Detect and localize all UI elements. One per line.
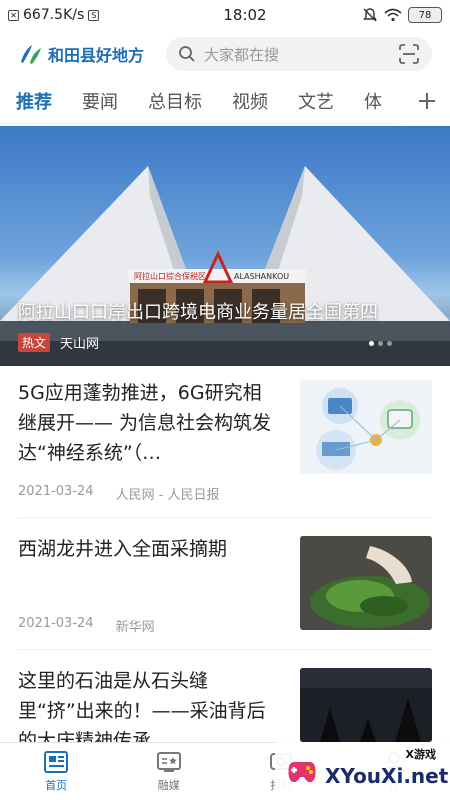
news-thumbnail-tea[interactable]: [300, 536, 432, 630]
notification-icon: ✕: [8, 9, 19, 21]
battery-icon: 78: [408, 7, 442, 23]
category-tabs: 推荐 要闻 总目标 视频 文艺 体: [0, 78, 450, 124]
hero-source: 天山网: [60, 337, 100, 352]
news-item[interactable]: 这里的石油是从石头缝里“挤”出来的！——采油背后的大庆精神传承: [18, 650, 432, 752]
tab-goals[interactable]: 总目标: [148, 88, 202, 114]
hero-title[interactable]: 阿拉山口口岸出口跨境电商业务量居全国第四: [18, 298, 378, 324]
news-item[interactable]: 5G应用蓬勃推进，6G研究相继展开—— 为信息社会构筑发达“神经系统”（… 20…: [18, 366, 432, 518]
news-source: 新华网: [115, 620, 155, 635]
tab-sports[interactable]: 体: [364, 88, 382, 114]
watermark-main-text: XYouXi.net: [325, 764, 449, 788]
news-date: 2021-03-24: [18, 616, 94, 631]
carousel-dot[interactable]: [369, 341, 374, 346]
site-watermark: X游戏 XYouXi.net: [275, 742, 450, 800]
top-bar: 和田县好地方 大家都在搜: [0, 30, 450, 78]
news-thumbnail-5g[interactable]: [300, 380, 432, 474]
tab-video[interactable]: 视频: [232, 88, 268, 114]
nav-home[interactable]: 首页: [0, 743, 113, 800]
hero-gate-image: 阿拉山口综合保税区 ALASHANKOU: [0, 166, 450, 366]
status-time: 18:02: [223, 6, 267, 24]
home-news-icon: [44, 750, 69, 773]
plus-icon: [419, 93, 435, 109]
wifi-icon: [384, 8, 402, 22]
news-thumbnail-oil[interactable]: [300, 668, 432, 742]
nav-media[interactable]: 融媒: [113, 743, 226, 800]
tab-arts[interactable]: 文艺: [298, 88, 334, 114]
news-source: 人民网 - 人民日报: [115, 488, 220, 503]
hot-tag: 热文: [18, 333, 51, 352]
mute-bell-icon: [363, 8, 377, 22]
carousel-dots: [369, 341, 392, 346]
net-speed: 667.5K/s: [23, 7, 85, 23]
news-item[interactable]: 西湖龙井进入全面采摘期 2021-03-24 新华网: [18, 518, 432, 650]
media-icon: [156, 751, 181, 772]
carousel-dot[interactable]: [387, 341, 392, 346]
hero-meta: 热文 天山网: [18, 333, 99, 352]
news-meta: 2021-03-24 新华网: [18, 616, 155, 635]
gate-sign-text: 阿拉山口综合保税区: [134, 271, 206, 281]
app-name: 和田县好地方: [48, 46, 145, 65]
app-logo[interactable]: 和田县好地方: [18, 42, 158, 66]
news-meta: 2021-03-24 人民网 - 人民日报: [18, 484, 220, 503]
status-right: 78: [362, 7, 442, 23]
gamepad-logo-icon: [288, 761, 316, 783]
hero-banner[interactable]: 阿拉山口综合保税区 ALASHANKOU 阿拉山口口岸出口跨境电商业务量居全国第…: [0, 126, 450, 366]
news-title[interactable]: 5G应用蓬勃推进，6G研究相继展开—— 为信息社会构筑发达“神经系统”（…: [18, 378, 280, 468]
tab-recommend[interactable]: 推荐: [16, 88, 52, 114]
news-date: 2021-03-24: [18, 484, 94, 499]
oil-derrick-image: [300, 668, 432, 742]
watermark-top-text: X游戏: [405, 748, 436, 761]
scan-icon[interactable]: [398, 43, 420, 65]
search-icon: [179, 46, 195, 62]
add-channel-button[interactable]: [404, 78, 450, 124]
tab-headlines[interactable]: 要闻: [82, 88, 118, 114]
5g-infographic-icon: [316, 388, 420, 470]
logo-mark-icon: [21, 45, 41, 64]
nav-media-label: 融媒: [157, 778, 180, 792]
search-placeholder: 大家都在搜: [204, 45, 280, 64]
nav-home-label: 首页: [45, 778, 68, 792]
gate-brand-text: ALASHANKOU: [234, 272, 289, 281]
notification-icon-2: S: [88, 9, 100, 21]
tea-leaves-image: [300, 536, 432, 630]
search-bar[interactable]: 大家都在搜: [166, 37, 432, 71]
news-title[interactable]: 西湖龙井进入全面采摘期: [18, 534, 280, 564]
status-bar: ✕ 667.5K/s S 18:02 78: [0, 0, 450, 30]
carousel-dot[interactable]: [378, 341, 383, 346]
